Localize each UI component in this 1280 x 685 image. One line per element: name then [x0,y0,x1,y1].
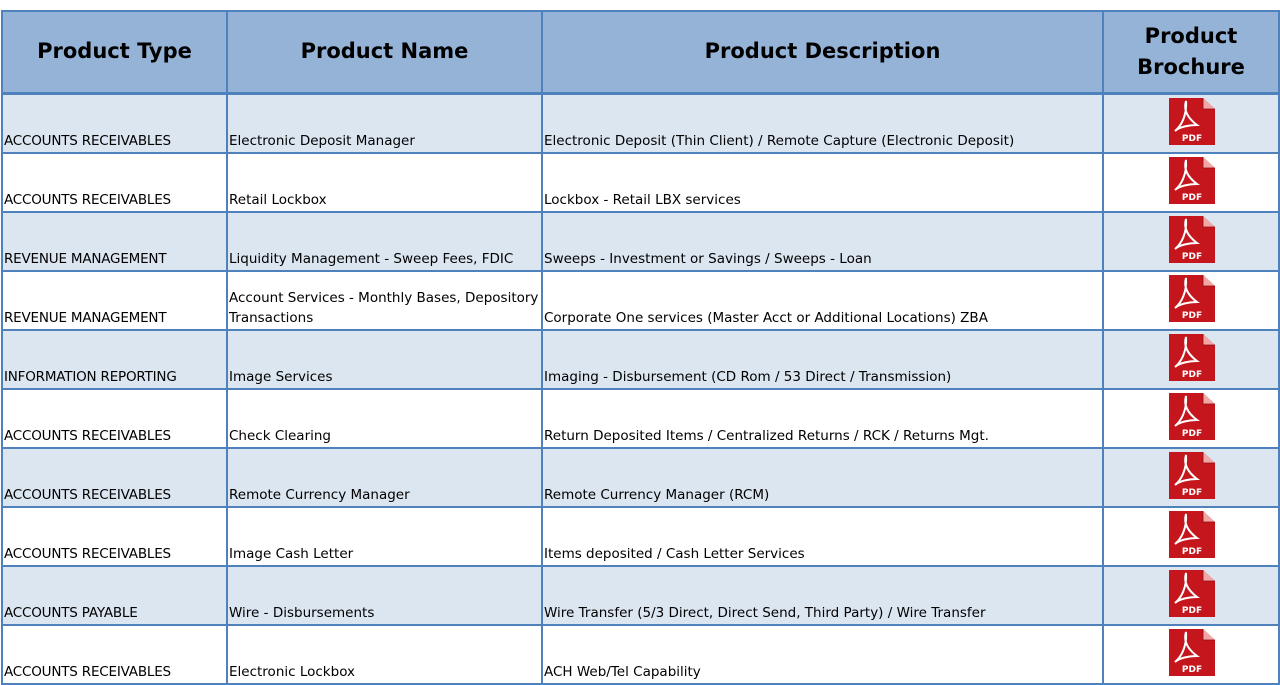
cell-product-name: Electronic Lockbox [226,623,543,685]
table-row: ACCOUNTS PAYABLE Wire - Disbursements Wi… [1,564,1280,626]
cell-product-type: INFORMATION REPORTING [1,328,228,390]
pdf-file-icon[interactable]: PDF [1165,274,1217,323]
pdf-label: PDF [1182,193,1202,203]
cell-product-type: ACCOUNTS RECEIVABLES [1,505,228,567]
cell-product-name: Liquidity Management - Sweep Fees, FDIC [226,210,543,272]
table-row: ACCOUNTS RECEIVABLES Electronic Deposit … [1,92,1280,154]
pdf-label: PDF [1182,488,1202,498]
pdf-file-icon[interactable]: PDF [1165,392,1217,441]
cell-product-brochure: PDF [1102,269,1280,331]
product-table: Product Type Product Name Product Descri… [1,10,1280,685]
pdf-label: PDF [1182,134,1202,144]
header-row: Product Type Product Name Product Descri… [1,10,1280,94]
cell-product-type: ACCOUNTS RECEIVABLES [1,92,228,154]
cell-product-description: Imaging - Disbursement (CD Rom / 53 Dire… [541,328,1104,390]
cell-product-description: Remote Currency Manager (RCM) [541,446,1104,508]
cell-product-description: Electronic Deposit (Thin Client) / Remot… [541,92,1104,154]
cell-product-brochure: PDF [1102,623,1280,685]
cell-product-brochure: PDF [1102,505,1280,567]
pdf-file-icon[interactable]: PDF [1165,510,1217,559]
cell-product-name: Image Cash Letter [226,505,543,567]
cell-product-name: Image Services [226,328,543,390]
table-row: REVENUE MANAGEMENT Account Services - Mo… [1,269,1280,331]
cell-product-brochure: PDF [1102,387,1280,449]
table-row: REVENUE MANAGEMENT Liquidity Management … [1,210,1280,272]
table-row: ACCOUNTS RECEIVABLES Check Clearing Retu… [1,387,1280,449]
cell-product-type: ACCOUNTS PAYABLE [1,564,228,626]
cell-product-brochure: PDF [1102,564,1280,626]
cell-product-brochure: PDF [1102,328,1280,390]
cell-product-brochure: PDF [1102,446,1280,508]
cell-product-type: ACCOUNTS RECEIVABLES [1,623,228,685]
cell-product-type: ACCOUNTS RECEIVABLES [1,387,228,449]
cell-product-type: REVENUE MANAGEMENT [1,269,228,331]
table-row: ACCOUNTS RECEIVABLES Image Cash Letter I… [1,505,1280,567]
cell-product-brochure: PDF [1102,92,1280,154]
pdf-file-icon[interactable]: PDF [1165,628,1217,677]
cell-product-name: Wire - Disbursements [226,564,543,626]
pdf-label: PDF [1182,606,1202,616]
pdf-file-icon[interactable]: PDF [1165,569,1217,618]
pdf-label: PDF [1182,665,1202,675]
cell-product-description: Items deposited / Cash Letter Services [541,505,1104,567]
pdf-file-icon[interactable]: PDF [1165,215,1217,264]
pdf-label: PDF [1182,252,1202,262]
cell-product-description: Lockbox - Retail LBX services [541,151,1104,213]
cell-product-description: Corporate One services (Master Acct or A… [541,269,1104,331]
table-row: ACCOUNTS RECEIVABLES Remote Currency Man… [1,446,1280,508]
header-product-type: Product Type [1,10,228,94]
cell-product-description: ACH Web/Tel Capability [541,623,1104,685]
cell-product-name: Remote Currency Manager [226,446,543,508]
cell-product-type: ACCOUNTS RECEIVABLES [1,446,228,508]
cell-product-type: REVENUE MANAGEMENT [1,210,228,272]
pdf-label: PDF [1182,370,1202,380]
cell-product-name: Electronic Deposit Manager [226,92,543,154]
cell-product-brochure: PDF [1102,210,1280,272]
header-product-name: Product Name [226,10,543,94]
cell-product-brochure: PDF [1102,151,1280,213]
header-brochure-line1: Product [1144,23,1238,48]
pdf-file-icon[interactable]: PDF [1165,97,1217,146]
pdf-label: PDF [1182,429,1202,439]
cell-product-description: Sweeps - Investment or Savings / Sweeps … [541,210,1104,272]
pdf-file-icon[interactable]: PDF [1165,333,1217,382]
table-row: INFORMATION REPORTING Image Services Ima… [1,328,1280,390]
pdf-label: PDF [1182,547,1202,557]
cell-product-description: Return Deposited Items / Centralized Ret… [541,387,1104,449]
cell-product-description: Wire Transfer (5/3 Direct, Direct Send, … [541,564,1104,626]
cell-product-type: ACCOUNTS RECEIVABLES [1,151,228,213]
pdf-file-icon[interactable]: PDF [1165,156,1217,205]
header-product-brochure: Product Brochure [1102,10,1280,94]
cell-product-name: Retail Lockbox [226,151,543,213]
cell-product-name: Account Services - Monthly Bases, Deposi… [226,269,543,331]
table-row: ACCOUNTS RECEIVABLES Electronic Lockbox … [1,623,1280,685]
table-row: ACCOUNTS RECEIVABLES Retail Lockbox Lock… [1,151,1280,213]
pdf-file-icon[interactable]: PDF [1165,451,1217,500]
header-product-description: Product Description [541,10,1104,94]
header-brochure-line2: Brochure [1137,54,1245,79]
pdf-label: PDF [1182,311,1202,321]
cell-product-name: Check Clearing [226,387,543,449]
